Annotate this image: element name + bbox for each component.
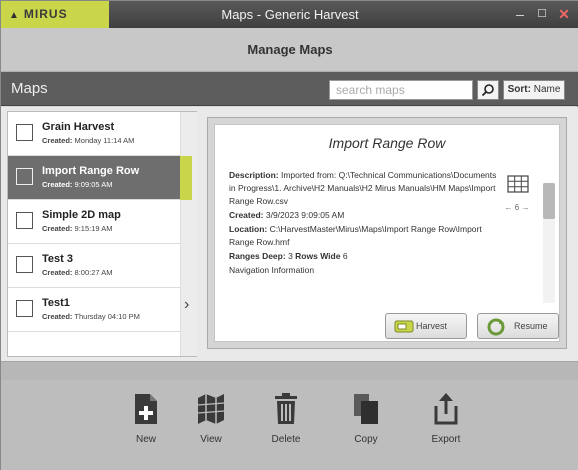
map-detail-panel: Import Range Row Description: Imported f… [207, 117, 567, 349]
item-name: Test 3 [42, 253, 73, 265]
sort-value: Name [533, 84, 561, 95]
minimize-button[interactable]: – [511, 5, 529, 23]
selected-indicator [180, 156, 192, 200]
sort-prefix: Sort: [507, 84, 531, 95]
harvest-button[interactable]: Harvest [385, 313, 467, 339]
map-view-icon [197, 394, 225, 424]
view-button[interactable]: View [181, 392, 241, 445]
list-item-simple-2d-map[interactable]: Simple 2D map Created: 9:15:19 AM [8, 200, 180, 244]
item-checkbox[interactable] [16, 300, 33, 317]
list-scrollbar[interactable] [180, 112, 197, 356]
map-detail-card: Import Range Row Description: Imported f… [214, 124, 560, 342]
location-label: Location: [229, 224, 268, 234]
list-item-test-3[interactable]: Test 3 Created: 8:00:27 AM [8, 244, 180, 288]
created-label: Created: [229, 210, 264, 220]
detail-title: Import Range Row [328, 135, 446, 151]
maps-toolbar: Maps search maps Sort: Name [1, 72, 578, 106]
created-row: Created: 3/9/2023 9:09:05 AM [229, 209, 499, 222]
description-row: Description: Imported from: Q:\Technical… [229, 169, 499, 208]
page-header: Manage Maps [1, 28, 578, 72]
search-button[interactable] [477, 80, 499, 100]
maps-list: Grain Harvest Created: Monday 11:14 AM I… [7, 111, 197, 357]
export-icon [434, 393, 458, 425]
detail-text: Description: Imported from: Q:\Technical… [229, 169, 499, 299]
harvest-icon [394, 320, 414, 333]
page-title: Manage Maps [247, 42, 333, 57]
navigation-row: Navigation Information [229, 265, 315, 275]
list-item-test1[interactable]: Test1 Created: Thursday 04:10 PM [8, 288, 180, 332]
sort-button[interactable]: Sort: Name [503, 80, 565, 100]
new-button[interactable]: New [116, 392, 176, 445]
maximize-button[interactable]: ☐ [533, 5, 551, 23]
rows-label: Rows Wide [295, 251, 341, 261]
resume-button[interactable]: Resume [477, 313, 559, 339]
copy-icon [354, 394, 378, 424]
item-name: Simple 2D map [42, 209, 121, 221]
harvest-label: Harvest [416, 321, 448, 331]
item-checkbox[interactable] [16, 212, 33, 229]
toolbar-divider [1, 362, 578, 380]
item-created: Created: Monday 11:14 AM [42, 136, 134, 145]
grid-icon [507, 175, 529, 193]
new-file-icon [135, 394, 157, 424]
search-icon [481, 84, 494, 97]
ranges-label: Ranges Deep: [229, 251, 286, 261]
list-item-grain-harvest[interactable]: Grain Harvest Created: Monday 11:14 AM [8, 112, 180, 156]
item-checkbox[interactable] [16, 256, 33, 273]
search-input[interactable]: search maps [329, 80, 473, 100]
resume-label: Resume [514, 321, 548, 331]
item-created: Created: Thursday 04:10 PM [42, 312, 140, 321]
window-title: Maps - Generic Harvest [221, 7, 359, 22]
created-label: Created: [42, 224, 73, 233]
created-value: 8:00:27 AM [74, 268, 113, 277]
location-row: Location: C:\HarvestMaster\Mirus\Maps\Im… [229, 223, 499, 249]
created-label: Created: [42, 312, 73, 321]
created-value: 9:09:05 AM [74, 180, 113, 189]
item-checkbox[interactable] [16, 168, 33, 185]
list-item-import-range-row[interactable]: Import Range Row Created: 9:09:05 AM [8, 156, 180, 200]
detail-scroll-thumb[interactable] [543, 183, 555, 219]
copy-button[interactable]: Copy [336, 392, 396, 445]
location-value: C:\HarvestMaster\Mirus\Maps\Import Range… [229, 224, 482, 247]
trash-icon [275, 393, 297, 424]
item-name: Test1 [42, 297, 70, 309]
ranges-row: Ranges Deep: 3 Rows Wide 6 [229, 250, 499, 263]
created-value: 9:15:19 AM [74, 224, 113, 233]
delete-label: Delete [271, 434, 301, 445]
maps-window: ▲ MIRUS Maps - Generic Harvest – ☐ ✕ Mana… [0, 0, 578, 470]
export-label: Export [431, 434, 461, 445]
created-value: Thursday 04:10 PM [74, 312, 140, 321]
item-name: Import Range Row [42, 165, 140, 177]
item-created: Created: 8:00:27 AM [42, 268, 112, 277]
item-created: Created: 9:15:19 AM [42, 224, 112, 233]
view-label: View [200, 434, 222, 445]
chevron-right-icon[interactable]: › [184, 296, 189, 314]
ranges-value: 3 [288, 251, 293, 261]
created-value: Monday 11:14 AM [74, 136, 135, 145]
resume-icon [487, 318, 505, 336]
export-button[interactable]: Export [416, 392, 476, 445]
copy-label: Copy [354, 434, 378, 445]
new-label: New [135, 434, 156, 445]
delete-button[interactable]: Delete [256, 392, 316, 445]
grid-count: 6 [514, 203, 520, 212]
main-area: Grain Harvest Created: Monday 11:14 AM I… [1, 107, 578, 361]
bottom-toolbar: New View Delete Copy Export [1, 361, 578, 470]
created-label: Created: [42, 136, 73, 145]
rows-value: 6 [342, 251, 348, 261]
item-name: Grain Harvest [42, 121, 115, 133]
maps-section-title: Maps [11, 80, 48, 97]
item-created: Created: 9:09:05 AM [42, 180, 112, 189]
item-checkbox[interactable] [16, 124, 33, 141]
close-button[interactable]: ✕ [555, 5, 573, 23]
grid-width-label: ← 6 → [504, 203, 530, 212]
created-label: Created: [42, 268, 73, 277]
created-label: Created: [42, 180, 73, 189]
created-value: 3/9/2023 9:09:05 AM [265, 210, 345, 220]
title-bar: ▲ MIRUS Maps - Generic Harvest – ☐ ✕ [1, 1, 578, 28]
description-label: Description: [229, 170, 279, 180]
